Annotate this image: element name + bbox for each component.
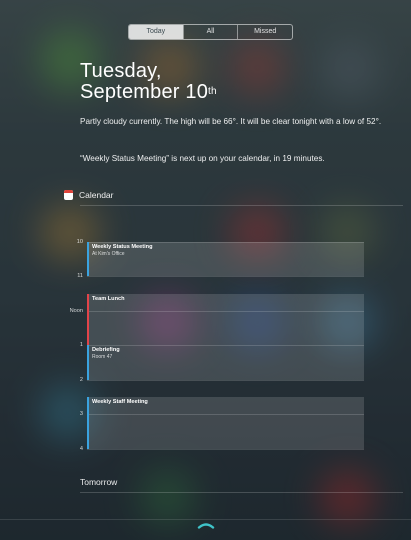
date-weekday: Tuesday, (80, 60, 162, 82)
calendar-event[interactable]: Debriefing Room 47 (87, 345, 364, 380)
hour-label: 4 (79, 446, 83, 452)
hour-gridline (87, 449, 364, 450)
chevron-up-icon[interactable] (197, 521, 215, 529)
event-location: Room 47 (92, 354, 113, 360)
hour-label: 11 (77, 273, 83, 279)
hour-label: Noon (69, 308, 83, 314)
date-day: September 10th (80, 82, 217, 103)
divider (80, 205, 403, 206)
event-title: Weekly Staff Meeting (92, 399, 148, 405)
event-location: At Kim's Office (92, 251, 125, 257)
hour-label: 1 (79, 342, 83, 348)
calendar-section-header: Calendar (64, 190, 114, 200)
calendar-event[interactable]: Team Lunch (87, 294, 364, 345)
tab-missed[interactable]: Missed (237, 25, 292, 39)
calendar-title: Calendar (79, 190, 114, 200)
calendar-event[interactable]: Weekly Status Meeting At Kim's Office (87, 242, 364, 276)
divider (0, 519, 411, 520)
tab-today[interactable]: Today (129, 25, 183, 39)
tomorrow-heading: Tomorrow (80, 477, 118, 487)
weather-summary: Partly cloudy currently. The high will b… (80, 117, 382, 126)
calendar-icon (64, 190, 73, 200)
divider (80, 492, 403, 493)
next-event-summary: “Weekly Status Meeting” is next up on yo… (80, 154, 325, 163)
hour-gridline (87, 380, 364, 381)
hour-gridline (87, 276, 364, 277)
hour-label: 10 (76, 239, 83, 245)
segmented-control: Today All Missed (128, 24, 293, 40)
event-title: Team Lunch (92, 296, 125, 302)
calendar-event[interactable]: Weekly Staff Meeting (87, 397, 364, 449)
event-title: Debriefing (92, 347, 120, 353)
hour-label: 2 (79, 377, 83, 383)
date-month-day: September 10 (80, 81, 209, 103)
hour-label: 3 (79, 411, 83, 417)
date-suffix: th (208, 86, 217, 97)
tab-all[interactable]: All (182, 25, 238, 39)
date-heading: Tuesday, September 10th (80, 61, 217, 103)
event-title: Weekly Status Meeting (92, 244, 153, 250)
